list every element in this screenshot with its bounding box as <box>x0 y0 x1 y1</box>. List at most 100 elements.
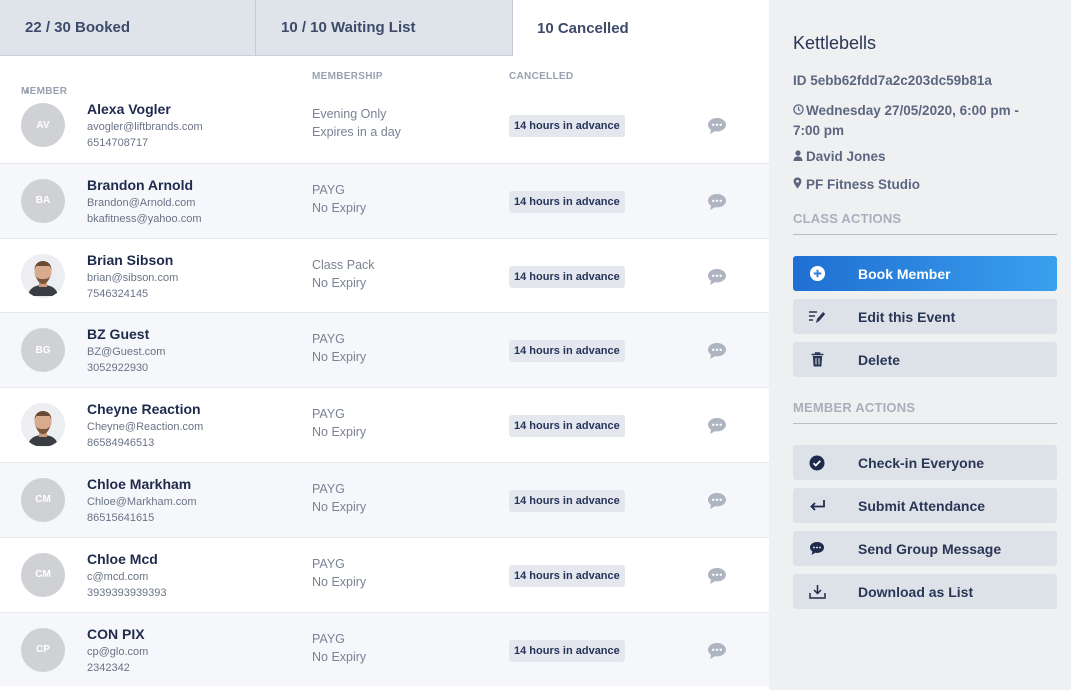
check-circle-icon <box>793 455 841 471</box>
check-in-everyone-button[interactable]: Check-in Everyone <box>793 445 1057 480</box>
event-instructor-text: David Jones <box>806 149 886 164</box>
attendee-list-panel: 22 / 30 Booked 10 / 10 Waiting List 10 C… <box>0 0 769 690</box>
avatar <box>21 253 65 298</box>
avatar-photo <box>21 403 65 447</box>
avatar-initials: BG <box>35 344 51 356</box>
member-actions-heading: MEMBER ACTIONS <box>793 400 1057 424</box>
send-group-message-button[interactable]: Send Group Message <box>793 531 1057 566</box>
table-row[interactable]: AV Alexa Vogler avogler@liftbrands.com 6514… <box>0 88 769 163</box>
event-instructor: David Jones <box>793 149 886 164</box>
tab-booked[interactable]: 22 / 30 Booked <box>0 0 256 56</box>
event-datetime-text: Wednesday 27/05/2020, 6:00 pm - 7:00 pm <box>793 103 1019 138</box>
membership-expiry: No Expiry <box>312 499 367 514</box>
membership-expiry: No Expiry <box>312 200 367 215</box>
avatar: CM <box>21 477 65 522</box>
cancelled-badge: 14 hours in advance <box>509 639 625 662</box>
message-icon[interactable] <box>706 268 728 286</box>
member-name[interactable]: CON PIX <box>87 626 145 642</box>
avatar-initials: AV <box>36 119 50 131</box>
tab-waiting-list[interactable]: 10 / 10 Waiting List <box>256 0 513 56</box>
avatar: CM <box>21 552 65 597</box>
table-row[interactable]: Brian Sibson brian@sibson.com 7546324145 Cl… <box>0 237 769 313</box>
member-name[interactable]: Chloe Markham <box>87 476 191 492</box>
plus-circle-icon <box>793 265 841 282</box>
member-name[interactable]: Brandon Arnold <box>87 177 193 193</box>
cancelled-badge: 14 hours in advance <box>509 340 625 363</box>
event-datetime: Wednesday 27/05/2020, 6:00 pm - 7:00 pm <box>793 101 1047 141</box>
message-icon[interactable] <box>706 417 728 435</box>
membership-type: PAYG <box>312 182 345 197</box>
member-rows: AV Alexa Vogler avogler@liftbrands.com 6514… <box>0 88 769 687</box>
table-row[interactable]: BG BZ Guest BZ@Guest.com 3052922930 PAYG No E… <box>0 312 769 388</box>
edit-event-button[interactable]: Edit this Event <box>793 299 1057 334</box>
event-details-panel: Kettlebells ID 5ebb62fdd7a2c203dc59b81a … <box>769 0 1071 690</box>
table-row[interactable]: CM Chloe Markham Chloe@Markham.com 86515641… <box>0 461 769 537</box>
message-icon[interactable] <box>706 117 728 135</box>
message-icon[interactable] <box>706 642 728 660</box>
table-row[interactable]: BA Brandon Arnold Brandon@Arnold.com bkafit… <box>0 162 769 238</box>
membership-expiry: No Expiry <box>312 425 367 440</box>
column-header-membership: MEMBERSHIP <box>312 71 383 82</box>
member-contact: 3052922930 <box>87 362 149 375</box>
cancelled-badge: 14 hours in advance <box>509 115 625 137</box>
avatar-photo <box>21 253 65 298</box>
member-contact: 86515641615 <box>87 511 155 524</box>
table-row[interactable]: CM Chloe Mcd c@mcd.com 3939393939393 PAYG No … <box>0 536 769 612</box>
avatar <box>21 403 65 448</box>
book-member-label: Book Member <box>858 265 951 282</box>
map-pin-icon <box>793 177 806 192</box>
membership-expiry: No Expiry <box>312 574 367 589</box>
cancelled-badge: 14 hours in advance <box>509 489 625 512</box>
column-headers: MEMBER ▲ MEMBERSHIP CANCELLED <box>0 56 769 97</box>
event-title: Kettlebells <box>793 33 877 53</box>
member-contact: 3939393939393 <box>87 586 167 599</box>
member-contact: 2342342 <box>87 661 130 674</box>
member-name[interactable]: Brian Sibson <box>87 252 173 268</box>
member-name[interactable]: Chloe Mcd <box>87 551 158 567</box>
member-name[interactable]: Alexa Vogler <box>87 101 171 117</box>
book-member-button[interactable]: Book Member <box>793 256 1057 291</box>
cancelled-badge: 14 hours in advance <box>509 190 625 213</box>
member-name[interactable]: Cheyne Reaction <box>87 401 201 417</box>
message-icon[interactable] <box>706 567 728 585</box>
member-contact: bkafitness@yahoo.com <box>87 212 202 225</box>
message-icon[interactable] <box>706 492 728 510</box>
table-row[interactable]: Cheyne Reaction Cheyne@Reaction.com 865849… <box>0 387 769 462</box>
membership-expiry: Expires in a day <box>312 125 401 139</box>
download-as-list-label: Download as List <box>858 583 974 600</box>
edit-event-label: Edit this Event <box>858 308 956 325</box>
membership-type: Evening Only <box>312 107 387 121</box>
clock-icon <box>793 101 806 121</box>
trash-icon <box>793 352 841 367</box>
message-icon[interactable] <box>706 342 728 360</box>
message-icon[interactable] <box>706 193 728 211</box>
member-contact: 7546324145 <box>87 287 149 300</box>
chat-bubble-icon <box>793 541 841 556</box>
class-actions-heading: CLASS ACTIONS <box>793 211 1057 235</box>
membership-expiry: No Expiry <box>312 649 367 664</box>
tab-cancelled[interactable]: 10 Cancelled <box>513 0 769 56</box>
download-as-list-button[interactable]: Download as List <box>793 574 1057 609</box>
avatar: BA <box>21 178 65 223</box>
member-email: Brandon@Arnold.com <box>87 196 196 209</box>
avatar-initials: CM <box>35 569 51 581</box>
member-email: brian@sibson.com <box>87 271 179 284</box>
member-email: Chloe@Markham.com <box>87 495 197 508</box>
delete-button[interactable]: Delete <box>793 342 1057 377</box>
membership-type: Class Pack <box>312 257 375 272</box>
member-email: BZ@Guest.com <box>87 346 166 359</box>
enter-arrow-icon <box>793 499 841 512</box>
event-location-text: PF Fitness Studio <box>806 177 921 192</box>
member-contact: 86584946513 <box>87 437 155 450</box>
member-name[interactable]: BZ Guest <box>87 326 149 342</box>
edit-icon <box>793 309 841 325</box>
avatar: CP <box>21 627 65 672</box>
person-icon <box>793 149 806 164</box>
submit-attendance-button[interactable]: Submit Attendance <box>793 488 1057 523</box>
table-row[interactable]: CP CON PIX cp@glo.com 2342342 PAYG No Expiry 1… <box>0 611 769 687</box>
membership-type: PAYG <box>312 332 345 347</box>
check-in-everyone-label: Check-in Everyone <box>858 454 985 471</box>
cancelled-badge: 14 hours in advance <box>509 265 625 288</box>
tab-bar: 22 / 30 Booked 10 / 10 Waiting List 10 C… <box>0 0 769 56</box>
member-contact: 6514708717 <box>87 137 149 149</box>
